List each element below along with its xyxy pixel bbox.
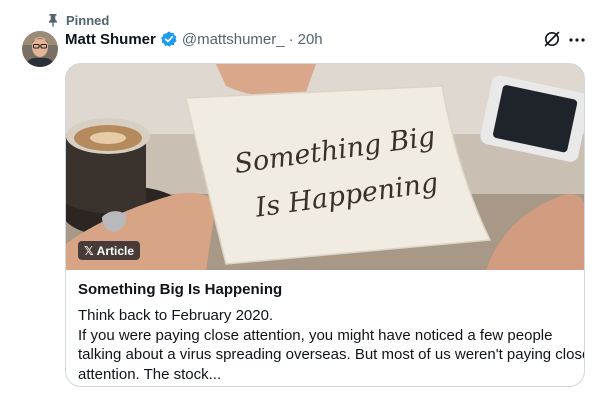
pin-icon xyxy=(46,13,60,27)
article-badge-label: Article xyxy=(96,243,135,258)
article-title[interactable]: Something Big Is Happening xyxy=(78,281,282,298)
grok-icon[interactable] xyxy=(543,30,561,53)
article-cover-image: Something Big Is Happening xyxy=(66,64,584,270)
pinned-label: Pinned xyxy=(66,12,110,28)
tweet-time[interactable]: 20h xyxy=(298,31,323,48)
pinned-indicator: Pinned xyxy=(46,11,109,29)
author-handle[interactable]: @mattshumer_ xyxy=(182,31,285,48)
excerpt-line: talking about a virus spreading overseas… xyxy=(78,346,585,363)
article-card[interactable]: Something Big Is Happening 𝕏 Article Som… xyxy=(65,63,585,387)
excerpt-line: Think back to February 2020. xyxy=(78,307,274,324)
avatar[interactable] xyxy=(22,31,58,67)
more-icon[interactable] xyxy=(568,31,586,54)
article-badge: 𝕏 Article xyxy=(78,241,141,260)
author-name[interactable]: Matt Shumer xyxy=(65,31,156,48)
tweet-header: Matt Shumer @mattshumer_ · 20h xyxy=(65,29,323,49)
x-logo-icon: 𝕏 xyxy=(84,243,94,258)
excerpt-line: attention. The stock... xyxy=(78,365,222,383)
separator-dot: · xyxy=(288,30,294,48)
verified-badge-icon[interactable] xyxy=(160,30,178,48)
article-excerpt: Think back to February 2020. If you were… xyxy=(78,306,585,384)
excerpt-line: If you were paying close attention, you … xyxy=(78,326,553,344)
